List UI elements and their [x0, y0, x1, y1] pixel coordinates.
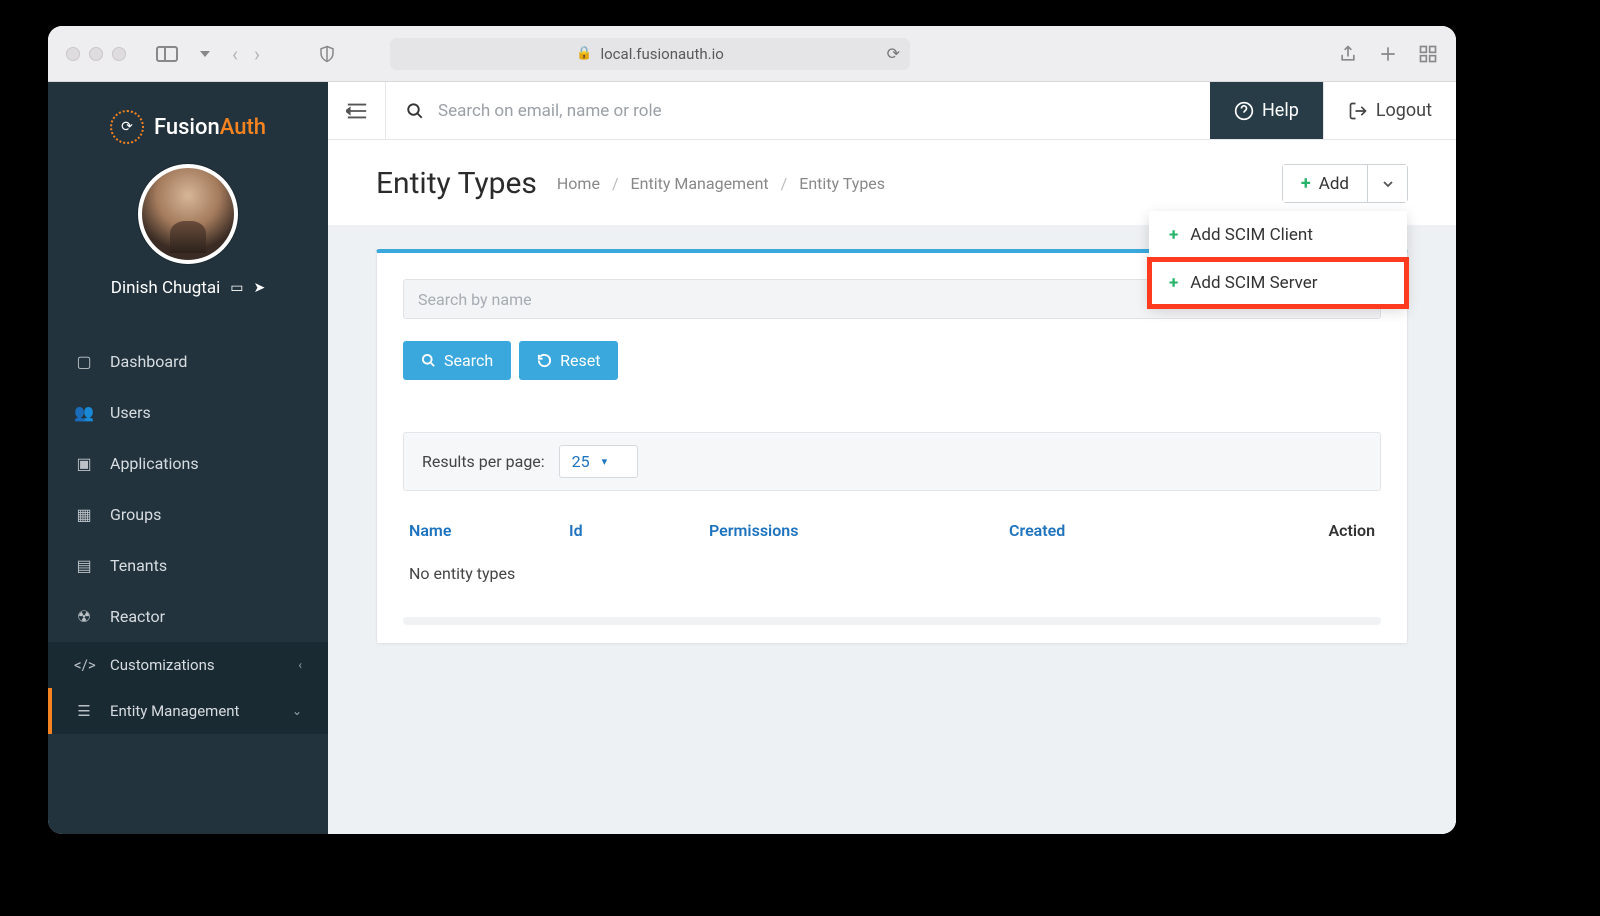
add-scim-client-item[interactable]: + Add SCIM Client [1149, 211, 1407, 259]
server-icon: ☰ [74, 702, 94, 720]
add-button[interactable]: + Add [1283, 165, 1367, 202]
results-per-page-label: Results per page: [422, 452, 545, 471]
topbar: Help Logout [328, 82, 1456, 140]
minimize-window-icon[interactable] [89, 47, 103, 61]
logout-button[interactable]: Logout [1323, 82, 1456, 139]
chevron-down-icon: ▾ [602, 455, 608, 468]
reload-icon[interactable]: ⟳ [887, 44, 900, 63]
address-bar[interactable]: 🔒 local.fusionauth.io ⟳ [390, 38, 910, 70]
building-icon: ▤ [74, 556, 94, 575]
page-header: Entity Types Home / Entity Management / … [328, 140, 1456, 225]
breadcrumb: Home / Entity Management / Entity Types [557, 174, 885, 193]
horizontal-scrollbar[interactable] [403, 617, 1381, 625]
close-window-icon[interactable] [66, 47, 80, 61]
user-name: Dinish Chugtai ▭ ➤ [48, 278, 328, 298]
browser-window: ‹ › 🔒 local.fusionauth.io ⟳ ⟳ F [48, 26, 1456, 834]
share-icon[interactable] [1338, 44, 1358, 64]
logout-icon [1348, 101, 1368, 121]
code-icon: </> [74, 656, 94, 674]
col-id[interactable]: Id [569, 521, 709, 540]
chevron-down-icon: ⌄ [292, 704, 302, 718]
new-tab-icon[interactable] [1378, 44, 1398, 64]
help-icon [1234, 101, 1254, 121]
reset-button[interactable]: Reset [519, 341, 618, 380]
page-title: Entity Types [376, 166, 537, 201]
brand-logo[interactable]: ⟳ FusionAuth [48, 82, 328, 158]
col-name[interactable]: Name [409, 521, 569, 540]
add-scim-server-item[interactable]: + Add SCIM Server [1149, 259, 1407, 307]
add-dropdown-menu: + Add SCIM Client + Add SCIM Server [1149, 211, 1407, 307]
table-empty-row: No entity types [403, 550, 1381, 597]
browser-toolbar: ‹ › 🔒 local.fusionauth.io ⟳ [48, 26, 1456, 82]
sidebar-item-tenants[interactable]: ▤Tenants [48, 540, 328, 591]
main-area: Help Logout Entity Types Home / Entity M… [328, 82, 1456, 834]
search-button[interactable]: Search [403, 341, 511, 380]
entity-types-panel: Search Reset Results per page: 25 [376, 249, 1408, 644]
sidebar-nav: ▢Dashboard 👥Users ▣Applications ▦Groups … [48, 318, 328, 734]
global-search [386, 101, 1210, 121]
sidebar-section-entity-management[interactable]: ☰Entity Management⌄ [48, 688, 328, 734]
breadcrumb-home[interactable]: Home [557, 174, 600, 193]
groups-icon: ▦ [74, 505, 94, 524]
help-button[interactable]: Help [1210, 82, 1323, 139]
zoom-window-icon[interactable] [112, 47, 126, 61]
table-header: Name Id Permissions Created Action [403, 511, 1381, 550]
plus-icon: + [1301, 173, 1311, 194]
dashboard-icon: ▢ [74, 352, 94, 371]
add-dropdown-toggle[interactable] [1367, 165, 1407, 202]
sidebar-item-applications[interactable]: ▣Applications [48, 438, 328, 489]
back-button[interactable]: ‹ [228, 42, 242, 66]
forward-button[interactable]: › [250, 42, 264, 66]
global-search-input[interactable] [438, 101, 1190, 121]
sidebar-item-users[interactable]: 👥Users [48, 387, 328, 438]
breadcrumb-entity-management[interactable]: Entity Management [631, 174, 769, 193]
search-icon [406, 102, 424, 120]
brand-mark-icon: ⟳ [110, 110, 144, 144]
chevron-left-icon: ‹ [298, 658, 302, 672]
col-action: Action [1229, 521, 1375, 540]
sidebar-item-groups[interactable]: ▦Groups [48, 489, 328, 540]
location-arrow-icon[interactable]: ➤ [253, 280, 265, 296]
brand-name: FusionAuth [154, 115, 266, 140]
reactor-icon: ☢ [74, 607, 94, 626]
sidebar-toggle-menu[interactable] [190, 39, 220, 69]
url-text: local.fusionauth.io [600, 45, 723, 63]
sidebar-section-customizations[interactable]: </>Customizations‹ [48, 642, 328, 688]
breadcrumb-entity-types: Entity Types [799, 174, 885, 193]
add-button-group: + Add + Add SCIM Client + Add SCIM S [1282, 164, 1408, 203]
users-icon: 👥 [74, 403, 94, 422]
profile-block: Dinish Chugtai ▭ ➤ [48, 158, 328, 318]
window-controls[interactable] [66, 47, 126, 61]
tab-overview-icon[interactable] [1418, 44, 1438, 64]
privacy-shield-icon[interactable] [312, 39, 342, 69]
sidebar: ⟳ FusionAuth Dinish Chugtai ▭ ➤ ▢Dashboa… [48, 82, 328, 834]
results-per-page-select[interactable]: 25 ▾ [559, 445, 639, 478]
entity-types-table: Name Id Permissions Created Action No en… [377, 491, 1407, 611]
sidebar-toggle-button[interactable] [152, 39, 182, 69]
plus-icon: + [1169, 273, 1178, 293]
id-card-icon[interactable]: ▭ [230, 280, 243, 296]
results-per-page-bar: Results per page: 25 ▾ [403, 432, 1381, 491]
content-area: Search Reset Results per page: 25 [328, 225, 1456, 834]
sidebar-item-dashboard[interactable]: ▢Dashboard [48, 336, 328, 387]
avatar[interactable] [138, 164, 238, 264]
sidebar-item-reactor[interactable]: ☢Reactor [48, 591, 328, 642]
lock-icon: 🔒 [576, 46, 592, 61]
plus-icon: + [1169, 225, 1178, 245]
col-created[interactable]: Created [1009, 521, 1229, 540]
collapse-sidebar-button[interactable] [328, 82, 386, 139]
cube-icon: ▣ [74, 454, 94, 473]
app-shell: ⟳ FusionAuth Dinish Chugtai ▭ ➤ ▢Dashboa… [48, 82, 1456, 834]
col-permissions[interactable]: Permissions [709, 521, 1009, 540]
